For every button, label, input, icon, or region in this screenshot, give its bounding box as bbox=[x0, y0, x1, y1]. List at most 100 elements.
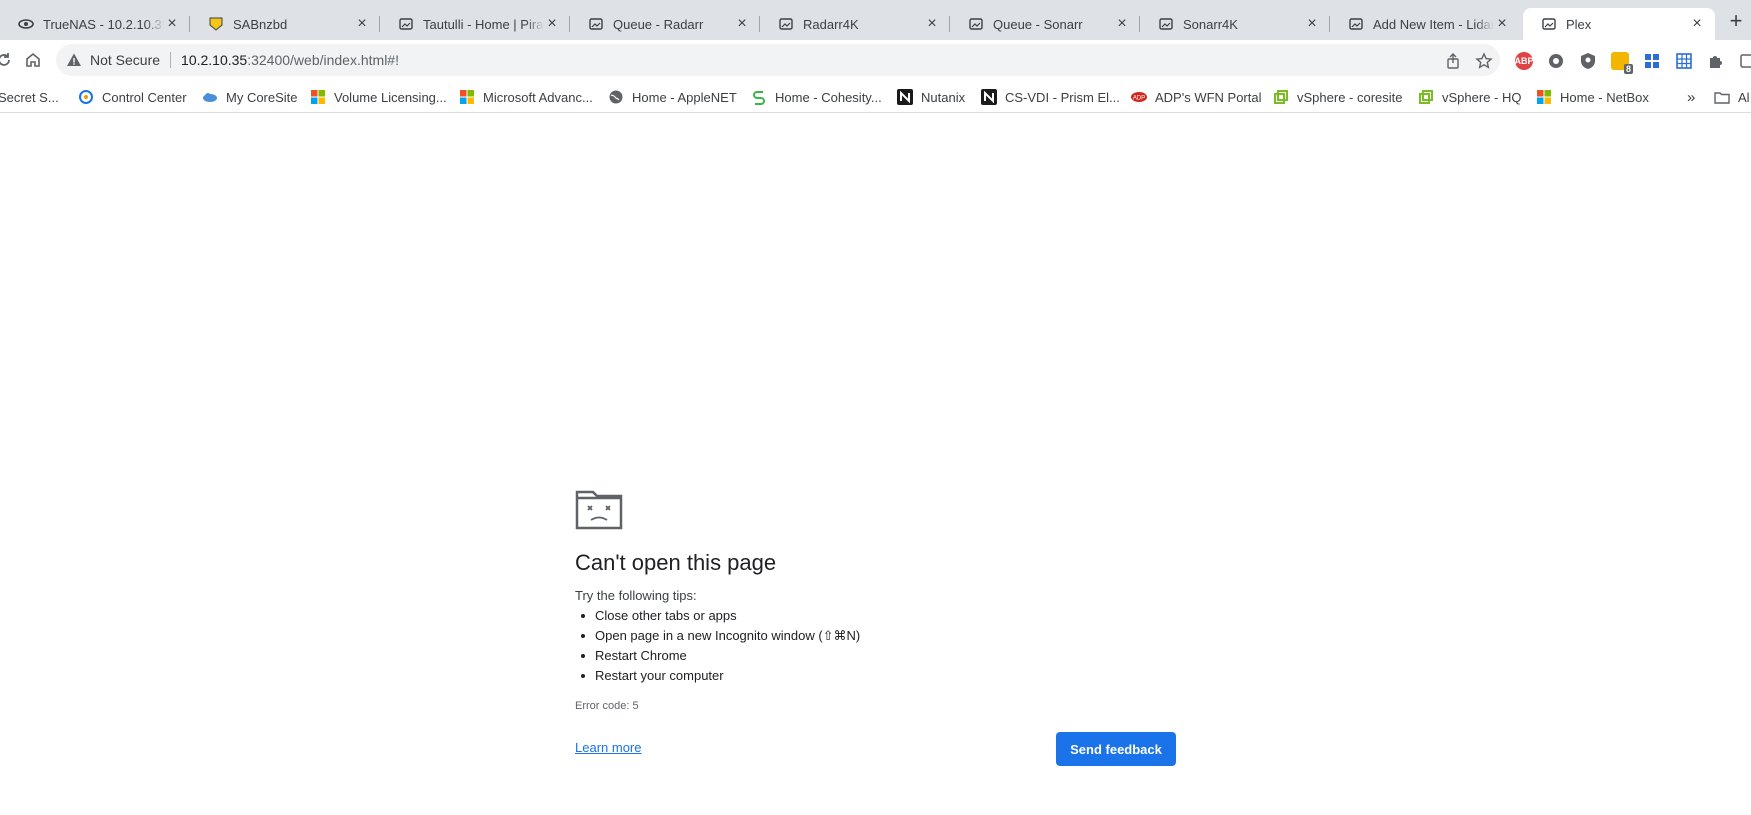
tip-text: Restart your computer bbox=[595, 668, 724, 683]
bookmark-vsphere-coresite[interactable]: vSphere - coresite bbox=[1273, 88, 1403, 106]
security-label[interactable]: Not Secure bbox=[90, 52, 160, 68]
windows-grid-icon[interactable] bbox=[1643, 52, 1661, 70]
bookmark-label: Home - Cohesity... bbox=[775, 89, 882, 105]
tab-plex[interactable]: Plex × bbox=[1523, 8, 1715, 40]
tip-text: Open page in a new Incognito window (⇧⌘N… bbox=[595, 628, 861, 643]
send-feedback-button[interactable]: Send feedback bbox=[1056, 732, 1176, 766]
bookmark-label: Microsoft Advanc... bbox=[483, 89, 593, 105]
tab-tautulli[interactable]: Tautulli - Home | PirateWeb × bbox=[380, 8, 570, 40]
page-icon bbox=[398, 16, 414, 32]
svg-text:ADP: ADP bbox=[1133, 96, 1145, 102]
all-bookmarks-folder[interactable]: Al bbox=[1714, 88, 1750, 106]
bookmark-volume-licensing[interactable]: Volume Licensing... bbox=[310, 88, 447, 106]
bookmark-cs-vdi-prism[interactable]: CS-VDI - Prism El... bbox=[981, 88, 1120, 106]
vsphere-icon bbox=[1418, 89, 1434, 105]
bookmark-control-center[interactable]: Control Center bbox=[78, 88, 187, 106]
close-icon[interactable]: × bbox=[1689, 15, 1705, 32]
bookmark-nutanix[interactable]: Nutanix bbox=[897, 88, 965, 106]
tab-title: Queue - Radarr bbox=[613, 16, 704, 32]
tab-lidarr[interactable]: Add New Item - Lidarr × bbox=[1330, 8, 1520, 40]
tab-sonarr-queue[interactable]: Queue - Sonarr × bbox=[950, 8, 1140, 40]
sabnzbd-icon bbox=[208, 16, 224, 32]
nutanix-icon bbox=[897, 89, 913, 105]
page-icon bbox=[968, 16, 984, 32]
side-panel-icon[interactable] bbox=[1739, 52, 1751, 70]
new-tab-button[interactable]: + bbox=[1724, 8, 1748, 33]
tip-text: Close other tabs or apps bbox=[595, 608, 737, 623]
notes-extension-icon[interactable]: 8 bbox=[1611, 52, 1633, 74]
globe-icon bbox=[608, 89, 624, 105]
extension-shield-icon[interactable] bbox=[1547, 52, 1565, 70]
extension-badge: 8 bbox=[1623, 64, 1633, 74]
tab-strip: TrueNAS - 10.2.10.35 × SABnzbd × Tautull… bbox=[0, 0, 1751, 40]
list-item: Restart Chrome bbox=[581, 646, 860, 666]
tab-title: SABnzbd bbox=[233, 16, 288, 32]
reload-button[interactable] bbox=[0, 48, 16, 72]
tab-sabnzbd[interactable]: SABnzbd × bbox=[190, 8, 380, 40]
microsoft-icon bbox=[310, 89, 326, 105]
close-icon[interactable]: × bbox=[1304, 15, 1320, 32]
home-button[interactable] bbox=[21, 48, 45, 72]
table-grid-icon[interactable] bbox=[1675, 52, 1693, 70]
bookmark-microsoft-advanced[interactable]: Microsoft Advanc... bbox=[459, 88, 593, 106]
close-icon[interactable]: × bbox=[1114, 15, 1130, 32]
cloud-icon bbox=[202, 89, 218, 105]
close-icon[interactable]: × bbox=[544, 15, 560, 32]
bookmark-label: Home - NetBox bbox=[1560, 89, 1649, 105]
folder-icon bbox=[1714, 89, 1730, 105]
bookmark-label: Al bbox=[1738, 89, 1750, 105]
microsoft-icon bbox=[459, 89, 475, 105]
tab-title: TrueNAS - 10.2.10.35 bbox=[43, 16, 164, 32]
adblock-plus-icon[interactable]: ABP bbox=[1515, 52, 1534, 70]
tab-sonarr4k[interactable]: Sonarr4K × bbox=[1140, 8, 1330, 40]
bookmark-home-netbox[interactable]: Home - NetBox bbox=[1536, 88, 1649, 106]
cohesity-icon bbox=[751, 89, 767, 105]
learn-more-link[interactable]: Learn more bbox=[575, 740, 641, 755]
tab-truenas[interactable]: TrueNAS - 10.2.10.35 × bbox=[0, 8, 190, 40]
url-text[interactable]: 10.2.10.35:32400/web/index.html#! bbox=[181, 52, 399, 68]
control-center-icon bbox=[78, 89, 94, 105]
page-icon bbox=[588, 16, 604, 32]
bookmark-adp-wfn[interactable]: ADP ADP's WFN Portal bbox=[1131, 88, 1262, 106]
close-icon[interactable]: × bbox=[1494, 15, 1510, 32]
share-icon[interactable] bbox=[1444, 52, 1462, 70]
bookmark-label: vSphere - coresite bbox=[1297, 89, 1403, 105]
close-icon[interactable]: × bbox=[164, 15, 180, 32]
tab-radarr-queue[interactable]: Queue - Radarr × bbox=[570, 8, 760, 40]
bookmarks-overflow-chevron-icon[interactable]: » bbox=[1687, 88, 1695, 106]
tip-text: Restart Chrome bbox=[595, 648, 687, 663]
warning-icon[interactable] bbox=[66, 52, 82, 68]
list-item: Open page in a new Incognito window (⇧⌘N… bbox=[581, 626, 860, 646]
bookmark-label: Nutanix bbox=[921, 89, 966, 105]
error-title: Can't open this page bbox=[575, 550, 777, 575]
vsphere-icon bbox=[1273, 89, 1289, 105]
address-bar[interactable]: Not Secure 10.2.10.35:32400/web/index.ht… bbox=[56, 44, 1500, 76]
close-icon[interactable]: × bbox=[924, 15, 940, 32]
bookmark-home-applenet[interactable]: Home - AppleNET bbox=[608, 88, 737, 106]
bookmarks-bar: Secret S... Control Center My CoreSite V… bbox=[0, 80, 1751, 113]
bookmark-label: My CoreSite bbox=[226, 89, 298, 105]
bookmark-home-cohesity[interactable]: Home - Cohesity... bbox=[751, 88, 882, 106]
error-code: Error code: 5 bbox=[575, 700, 639, 712]
bookmark-label: Home - AppleNET bbox=[632, 89, 737, 105]
close-icon[interactable]: × bbox=[354, 15, 370, 32]
list-item: Restart your computer bbox=[581, 666, 860, 686]
tab-title: Add New Item - Lidarr bbox=[1373, 16, 1494, 32]
tab-radarr4k[interactable]: Radarr4K × bbox=[760, 8, 950, 40]
bookmark-secret[interactable]: Secret S... bbox=[0, 88, 59, 106]
bookmark-my-coresite[interactable]: My CoreSite bbox=[202, 88, 298, 106]
list-item: Close other tabs or apps bbox=[581, 606, 860, 626]
bookmark-label: vSphere - HQ bbox=[1442, 89, 1522, 105]
tips-heading: Try the following tips: bbox=[575, 588, 697, 603]
bookmark-label: ADP's WFN Portal bbox=[1155, 89, 1262, 105]
privacy-badger-icon[interactable] bbox=[1579, 52, 1597, 70]
bookmark-label: Volume Licensing... bbox=[334, 89, 447, 105]
puzzle-piece-icon[interactable] bbox=[1707, 52, 1725, 70]
tab-title: Plex bbox=[1566, 16, 1592, 32]
page-icon bbox=[1158, 16, 1174, 32]
tab-title: Tautulli - Home | PirateWeb bbox=[423, 16, 544, 32]
bookmark-star-icon[interactable] bbox=[1475, 52, 1493, 70]
truenas-icon bbox=[18, 16, 34, 32]
close-icon[interactable]: × bbox=[734, 15, 750, 32]
bookmark-vsphere-hq[interactable]: vSphere - HQ bbox=[1418, 88, 1521, 106]
